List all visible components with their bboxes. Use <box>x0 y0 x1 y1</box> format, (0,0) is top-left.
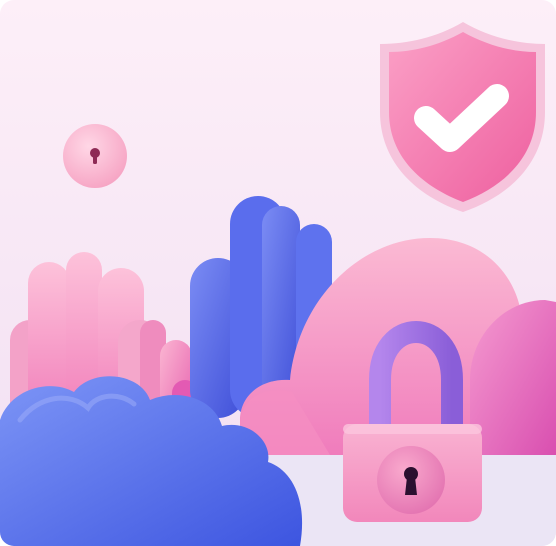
security-illustration <box>0 0 556 546</box>
illustration-canvas <box>0 0 556 546</box>
keyhole-badge-icon <box>63 124 127 188</box>
